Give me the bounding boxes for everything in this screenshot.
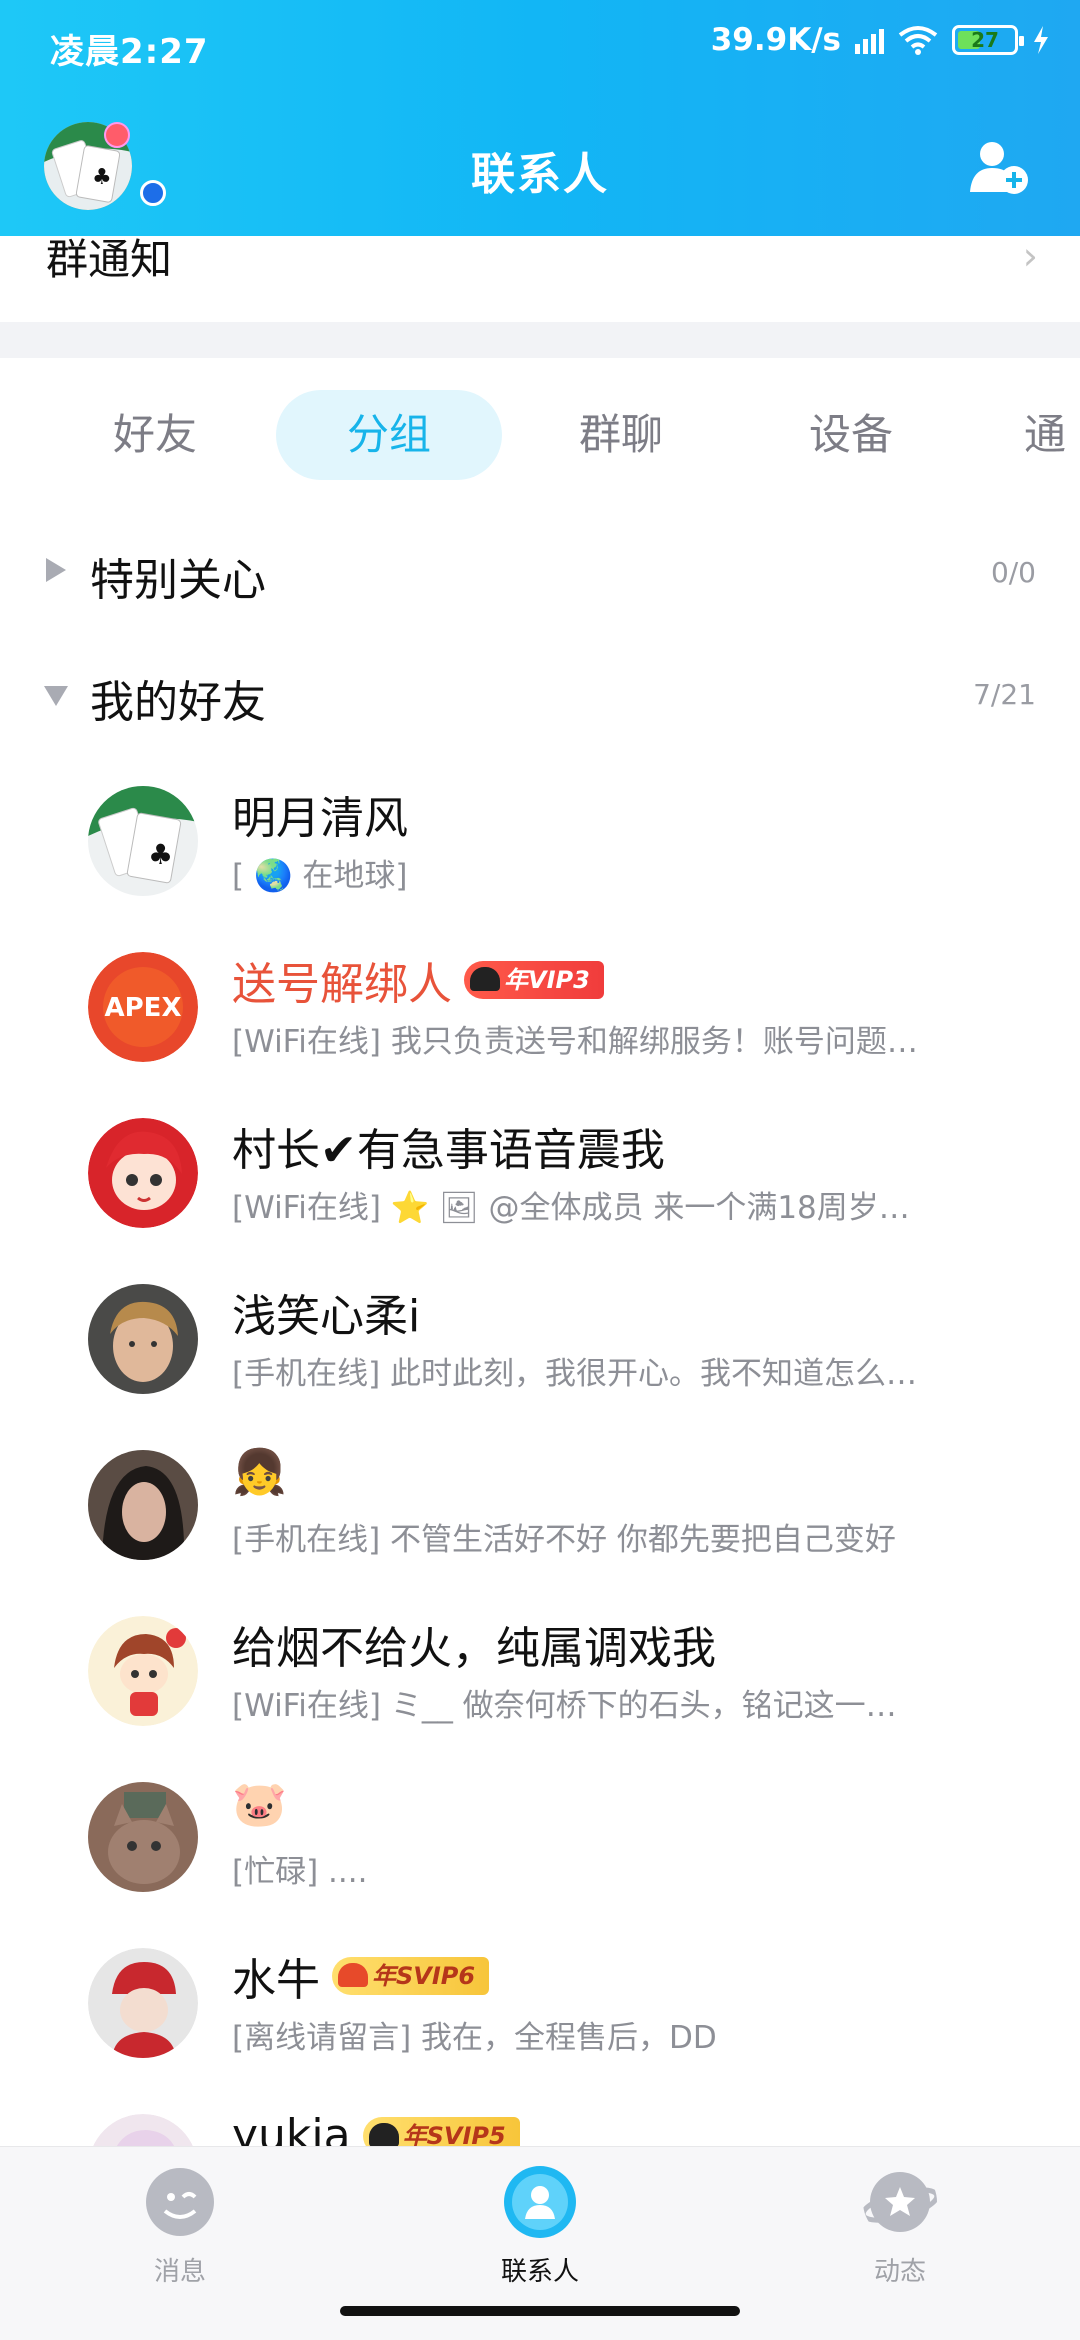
group-count: 7/21 [973, 678, 1036, 711]
avatar [88, 1118, 198, 1228]
status-bar: 凌晨2:27 39.9K/s 27 [0, 0, 1080, 92]
avatar [88, 1450, 198, 1560]
contact-status: [手机在线] 此时此刻，我很开心。我不知道怎么… [232, 1356, 918, 1392]
contact-status: [WiFi在线] ミ__ 做奈何桥下的石头，铭记这一… [232, 1688, 897, 1724]
contact-status: [WiFi在线] 我只负责送号和解绑服务！账号问题… [232, 1024, 918, 1060]
contact-name: 村长✔有急事语音震我 [232, 1125, 665, 1176]
nav-label: 联系人 [500, 2257, 579, 2287]
svg-text:♣: ♣ [148, 838, 173, 871]
net-speed: 39.9K/s [710, 22, 841, 58]
contact-item[interactable]: 给烟不给火，纯属调戏我 [WiFi在线] ミ__ 做奈何桥下的石头，铭记这一… [0, 1596, 1080, 1762]
contact-name: 浅笑心柔i [232, 1291, 421, 1342]
contact-status: [WiFi在线] ⭐ 🖼 @全体成员 来一个满18周岁… [232, 1190, 910, 1226]
group-my-friends[interactable]: 我的好友 7/21 [0, 644, 1080, 744]
group-name: 特别关心 [90, 555, 266, 606]
contact-name: 🐷 [232, 1779, 287, 1830]
contact-name: 水牛 年SVIP6 [232, 1944, 490, 2008]
nav-contacts[interactable]: 联系人 [460, 2165, 620, 2288]
contact-item[interactable]: 村长✔有急事语音震我 [WiFi在线] ⭐ 🖼 @全体成员 来一个满18周岁… [0, 1098, 1080, 1264]
status-time: 凌晨2:27 [50, 32, 209, 72]
home-indicator[interactable] [340, 2306, 740, 2316]
charging-icon [1034, 26, 1048, 54]
nav-messages[interactable]: 消息 [100, 2165, 260, 2288]
contact-item[interactable]: APEX 送号解绑人 年VIP3 [WiFi在线] 我只负责送号和解绑服务！账号… [0, 932, 1080, 1098]
contact-name: 明月清风 [232, 793, 408, 844]
cell-signal-icon [855, 26, 884, 54]
contact-status: [离线请留言] 我在，全程售后，DD [232, 2020, 717, 2056]
contact-name: 👧 [232, 1447, 287, 1498]
group-count: 0/0 [990, 556, 1036, 589]
tab-group-chats[interactable]: 群聊 [526, 390, 716, 480]
section-divider [0, 322, 1080, 358]
contact-item[interactable]: 👧 [手机在线] 不管生活好不好 你都先要把自己变好 [0, 1430, 1080, 1596]
nav-feed[interactable]: 动态 [820, 2165, 980, 2288]
page-title: 联系人 [471, 149, 609, 200]
contact-item[interactable]: 🐷 [忙碌] .... [0, 1762, 1080, 1928]
contact-item[interactable]: ♣ 明月清风 [ 🌏 在地球] [0, 766, 1080, 932]
top-header: 凌晨2:27 39.9K/s 27 ♣ 联系人 [0, 0, 1080, 236]
nav-label: 消息 [153, 2257, 206, 2287]
contact-status: [手机在线] 不管生活好不好 你都先要把自己变好 [232, 1522, 896, 1558]
avatar: ♣ [88, 786, 198, 896]
crown-icon [470, 967, 500, 991]
group-name: 我的好友 [90, 677, 266, 728]
contact-tabs: 好友 分组 群聊 设备 通 [0, 390, 1080, 482]
status-icons: 39.9K/s 27 [711, 22, 1050, 58]
contact-item[interactable]: 浅笑心柔i [手机在线] 此时此刻，我很开心。我不知道怎么… [0, 1264, 1080, 1430]
feed-icon [860, 2172, 940, 2232]
tab-groups[interactable]: 分组 [276, 390, 502, 480]
wifi-icon [898, 26, 938, 55]
avatar [88, 1782, 198, 1892]
contact-status: [忙碌] .... [232, 1854, 368, 1890]
tab-friends[interactable]: 好友 [60, 390, 250, 480]
contact-status: [ 🌏 在地球] [232, 858, 408, 894]
chevron-right-icon: › [1022, 234, 1038, 278]
add-contact-icon[interactable] [970, 140, 1030, 196]
contact-item[interactable]: 水牛 年SVIP6 [离线请留言] 我在，全程售后，DD [0, 1928, 1080, 2094]
expanded-arrow-icon [44, 686, 68, 706]
message-icon [146, 2168, 214, 2236]
nav-label: 动态 [873, 2257, 926, 2287]
crown-icon [338, 1963, 368, 1987]
group-notice-row[interactable]: 群通知 › [0, 234, 1080, 322]
tab-contacts-book[interactable]: 通 [1024, 390, 1080, 480]
contact-name: 送号解绑人 年VIP3 [232, 948, 604, 1012]
svip-badge: 年SVIP6 [332, 1957, 490, 1995]
avatar: APEX [88, 952, 198, 1062]
vip-badge: 年VIP3 [464, 961, 604, 999]
tab-devices[interactable]: 设备 [756, 390, 946, 480]
battery-icon: 27 [952, 25, 1024, 55]
crown-icon [368, 2122, 399, 2147]
avatar [88, 1616, 198, 1726]
svg-text:APEX: APEX [105, 993, 182, 1023]
contacts-icon [504, 2166, 576, 2238]
contact-name: 给烟不给火，纯属调戏我 [232, 1623, 716, 1674]
avatar [88, 1948, 198, 2058]
battery-level: 27 [971, 28, 999, 52]
group-special-care[interactable]: 特别关心 0/0 [0, 522, 1080, 622]
collapsed-arrow-icon [46, 558, 66, 582]
avatar [88, 1284, 198, 1394]
